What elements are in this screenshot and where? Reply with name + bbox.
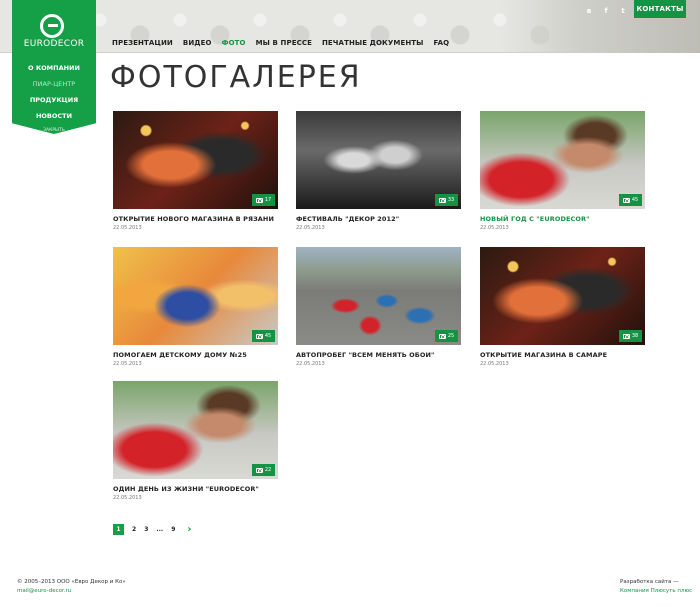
social-links: в f t [584, 6, 628, 16]
gallery-item-date: 22.05.2013 [113, 225, 142, 231]
gallery-item[interactable]: 33 ФЕСТИВАЛЬ "ДЕКОР 2012" 22.05.2013 [296, 111, 461, 231]
copyright-text: © 2005–2013 ООО «Евро Декор и Ко» [17, 579, 126, 585]
camera-icon [255, 333, 263, 339]
photo-count-badge: 33 [435, 194, 458, 206]
gallery-item-date: 22.05.2013 [113, 361, 142, 367]
gallery-item[interactable]: 45 ПОМОГАЕМ ДЕТСКОМУ ДОМУ №25 22.05.2013 [113, 247, 278, 367]
gallery-thumbnail[interactable]: 22 [113, 381, 278, 479]
twitter-icon[interactable]: t [618, 6, 628, 16]
vk-icon[interactable]: в [584, 6, 594, 16]
gallery-item[interactable]: 45 НОВЫЙ ГОД С "EURODECOR" 22.05.2013 [480, 111, 645, 231]
gallery-item[interactable]: 17 ОТКРЫТИЕ НОВОГО МАГАЗИНА В РЯЗАНИ 22.… [113, 111, 278, 231]
gallery-item-date: 22.05.2013 [296, 361, 325, 367]
pagination: 1 2 3 ... 9 › [113, 524, 192, 535]
developer-label: Разработка сайта — [620, 579, 679, 585]
photo-count: 17 [264, 197, 272, 203]
logo-icon[interactable] [40, 14, 64, 38]
camera-icon [622, 333, 630, 339]
nav-item-faq[interactable]: FAQ [434, 39, 450, 47]
photo-count-badge: 25 [435, 330, 458, 342]
photo-count: 33 [447, 197, 455, 203]
photo-count: 25 [447, 333, 455, 339]
gallery-thumbnail[interactable]: 45 [480, 111, 645, 209]
gallery-item-title[interactable]: АВТОПРОБЕГ "ВСЕМ МЕНЯТЬ ОБОИ" [296, 351, 461, 359]
camera-icon [438, 333, 446, 339]
nav-item-photo[interactable]: ФОТО [222, 39, 246, 47]
gallery-item-title[interactable]: ОТКРЫТИЕ МАГАЗИНА В САМАРЕ [480, 351, 645, 359]
gallery-item-date: 22.05.2013 [296, 225, 325, 231]
gallery-thumbnail[interactable]: 38 [480, 247, 645, 345]
facebook-icon[interactable]: f [601, 6, 611, 16]
page-link[interactable]: 2 [132, 526, 136, 533]
camera-icon [255, 197, 263, 203]
page-current[interactable]: 1 [113, 524, 124, 535]
contacts-button[interactable]: КОНТАКТЫ [634, 0, 686, 18]
nav-item-press[interactable]: МЫ В ПРЕССЕ [256, 39, 312, 47]
photo-count-badge: 22 [252, 464, 275, 476]
sidebar-item-about[interactable]: О КОМПАНИИ [12, 61, 96, 77]
photo-count: 38 [631, 333, 639, 339]
sidebar-menu: О КОМПАНИИ ПИАР-ЦЕНТР ПРОДУКЦИЯ НОВОСТИ [12, 61, 96, 125]
gallery-item-title[interactable]: ОТКРЫТИЕ НОВОГО МАГАЗИНА В РЯЗАНИ [113, 215, 278, 223]
gallery-thumbnail[interactable]: 17 [113, 111, 278, 209]
photo-count: 45 [631, 197, 639, 203]
gallery-item-date: 22.05.2013 [480, 361, 509, 367]
page-ellipsis: ... [156, 526, 164, 533]
gallery-thumbnail[interactable]: 33 [296, 111, 461, 209]
gallery-thumbnail[interactable]: 45 [113, 247, 278, 345]
photo-count-badge: 45 [252, 330, 275, 342]
gallery-item[interactable]: 25 АВТОПРОБЕГ "ВСЕМ МЕНЯТЬ ОБОИ" 22.05.2… [296, 247, 461, 367]
sidebar-item-products[interactable]: ПРОДУКЦИЯ [12, 93, 96, 109]
site-header: в f t КОНТАКТЫ ПРЕЗЕНТАЦИИ ВИДЕО ФОТО МЫ… [0, 0, 700, 53]
top-navigation: ПРЕЗЕНТАЦИИ ВИДЕО ФОТО МЫ В ПРЕССЕ ПЕЧАТ… [112, 39, 449, 47]
developer-link[interactable]: Компания Плюсуть плюс [620, 588, 692, 594]
camera-icon [622, 197, 630, 203]
photo-count-badge: 45 [619, 194, 642, 206]
logo-text[interactable]: EURODECOR [12, 39, 96, 49]
footer-right: Разработка сайта — Компания Плюсуть плюс [620, 579, 692, 594]
camera-icon [438, 197, 446, 203]
photo-count: 22 [264, 467, 272, 473]
page-link[interactable]: 3 [144, 526, 148, 533]
page-link[interactable]: 9 [171, 526, 175, 533]
photo-count-badge: 38 [619, 330, 642, 342]
gallery-item-title[interactable]: ОДИН ДЕНЬ ИЗ ЖИЗНИ "EURODECOR" [113, 485, 278, 493]
sidebar-item-news[interactable]: НОВОСТИ [12, 109, 96, 125]
footer-left: © 2005–2013 ООО «Евро Декор и Ко» mail@e… [17, 579, 126, 594]
gallery-item-title[interactable]: ПОМОГАЕМ ДЕТСКОМУ ДОМУ №25 [113, 351, 278, 359]
email-link[interactable]: mail@euro-decor.ru [17, 588, 126, 594]
nav-item-presentations[interactable]: ПРЕЗЕНТАЦИИ [112, 39, 173, 47]
nav-item-print-docs[interactable]: ПЕЧАТНЫЕ ДОКУМЕНТЫ [322, 39, 424, 47]
camera-icon [255, 467, 263, 473]
gallery-item-date: 22.05.2013 [480, 225, 509, 231]
sidebar-panel: EURODECOR О КОМПАНИИ ПИАР-ЦЕНТР ПРОДУКЦИ… [12, 0, 96, 134]
gallery-item[interactable]: 22 ОДИН ДЕНЬ ИЗ ЖИЗНИ "EURODECOR" 22.05.… [113, 381, 278, 501]
nav-item-video[interactable]: ВИДЕО [183, 39, 212, 47]
gallery-thumbnail[interactable]: 25 [296, 247, 461, 345]
page-title: ФОТОГАЛЕРЕЯ [110, 60, 362, 95]
sidebar-close-link[interactable]: ЗАКРЫТЬ [12, 128, 96, 133]
photo-count-badge: 17 [252, 194, 275, 206]
gallery-item[interactable]: 38 ОТКРЫТИЕ МАГАЗИНА В САМАРЕ 22.05.2013 [480, 247, 645, 367]
photo-count: 45 [264, 333, 272, 339]
next-page-icon[interactable]: › [187, 524, 191, 535]
gallery-item-date: 22.05.2013 [113, 495, 142, 501]
gallery-item-title[interactable]: ФЕСТИВАЛЬ "ДЕКОР 2012" [296, 215, 461, 223]
sidebar-item-pr-center[interactable]: ПИАР-ЦЕНТР [12, 77, 96, 93]
gallery-item-title[interactable]: НОВЫЙ ГОД С "EURODECOR" [480, 215, 645, 223]
